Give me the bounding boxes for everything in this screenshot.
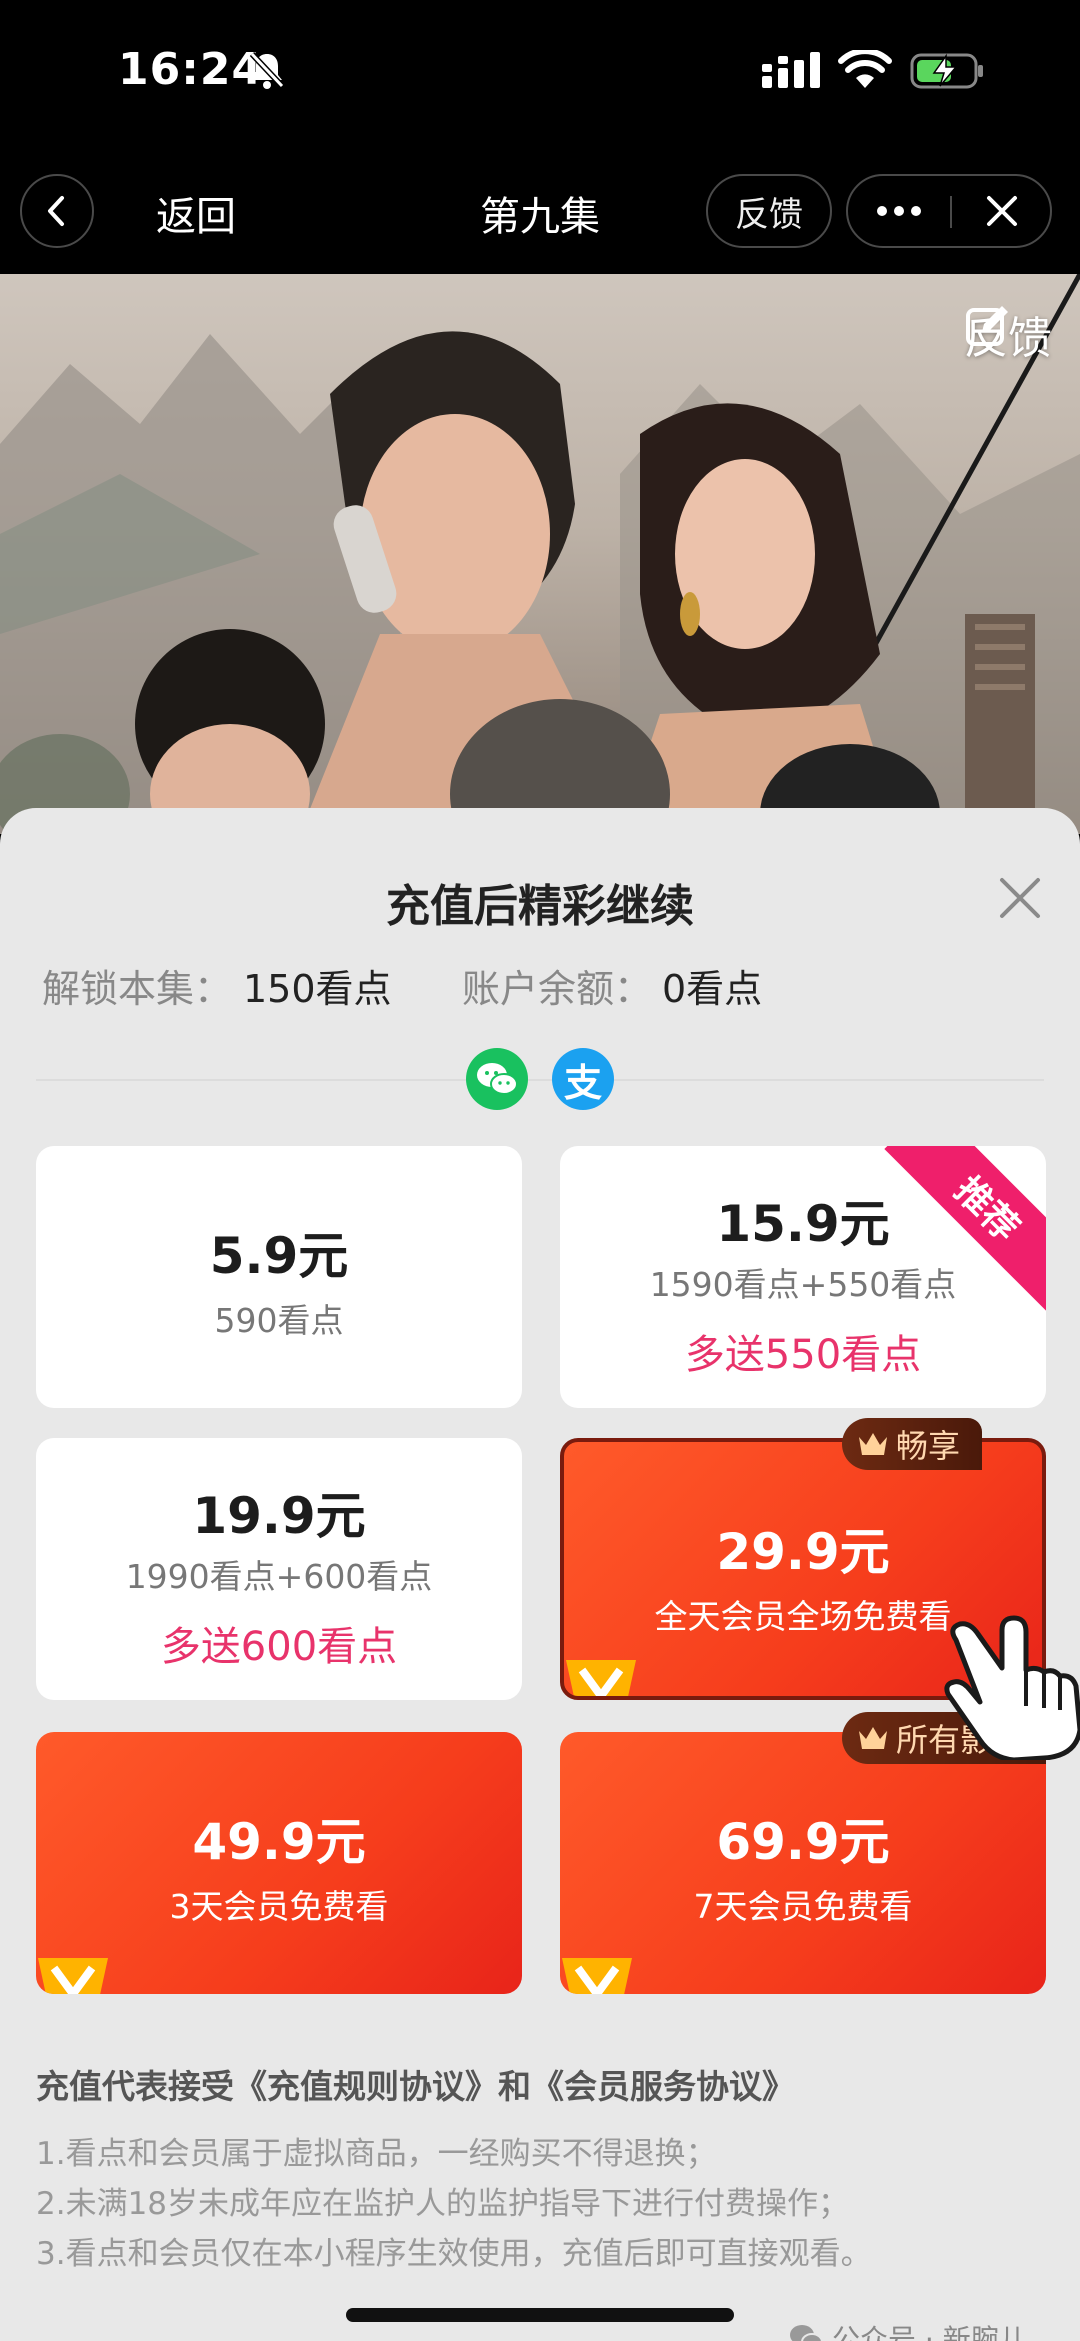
- edit-icon: [966, 306, 1008, 346]
- plan-card-15-9[interactable]: 15.9元 1590看点+550看点 多送550看点 推荐: [560, 1146, 1046, 1408]
- feedback-button[interactable]: 反馈: [706, 174, 832, 248]
- balance-value: 0看点: [662, 967, 763, 1011]
- plan-card-69-9[interactable]: 69.9元 7天会员免费看: [560, 1732, 1046, 1994]
- divider: [36, 1079, 1044, 1081]
- plan-price: 19.9元: [192, 1487, 366, 1545]
- status-time: 16:24: [118, 44, 264, 95]
- plan-price: 69.9元: [716, 1813, 890, 1871]
- home-indicator[interactable]: [346, 2308, 734, 2322]
- wechat-glyph: [477, 1063, 518, 1095]
- crown-icon: [859, 1727, 887, 1749]
- plan-desc: 1990看点+600看点: [125, 1557, 433, 1596]
- bell-off-icon: [249, 51, 285, 89]
- rule-line-1: 1.看点和会员属于虚拟商品，一经购买不得退换；: [36, 2136, 717, 2172]
- plan-card-19-9[interactable]: 19.9元 1990看点+600看点 多送600看点: [36, 1438, 522, 1700]
- sheet-title: 充值后精彩继续: [386, 881, 694, 932]
- more-button[interactable]: [848, 176, 950, 246]
- vip-badge-icon: [562, 1958, 632, 1994]
- agreement-text[interactable]: 充值代表接受《充值规则协议》和《会员服务协议》: [36, 2060, 795, 2108]
- plan-desc: 590看点: [214, 1301, 344, 1340]
- vip-badge-icon: [566, 1660, 636, 1696]
- signal-icon: [762, 52, 820, 88]
- vip-badge-icon: [38, 1958, 108, 1994]
- unlock-value: 150看点: [243, 967, 392, 1011]
- poster-feedback-button[interactable]: 反馈: [964, 302, 1052, 366]
- plan-price: 29.9元: [716, 1523, 890, 1581]
- poster-image: [0, 274, 1080, 834]
- crown-icon: [859, 1433, 887, 1455]
- plan-tag-label: 畅享: [896, 1427, 961, 1465]
- rule-line-3: 3.看点和会员仅在本小程序生效使用，充值后即可直接观看。: [36, 2236, 872, 2272]
- sheet-close-icon[interactable]: [996, 874, 1044, 922]
- plan-card-5-9[interactable]: 5.9元 590看点: [36, 1146, 522, 1408]
- plan-bonus: 多送550看点: [684, 1332, 922, 1378]
- close-mini-program-button[interactable]: [952, 176, 1052, 246]
- close-icon: [987, 196, 1017, 226]
- plan-price: 5.9元: [209, 1227, 349, 1285]
- mini-program-capsule: [846, 174, 1052, 248]
- watermark: 公众号 · 新腕儿: [788, 2318, 1027, 2341]
- plan-card-49-9[interactable]: 49.9元 3天会员免费看: [36, 1732, 522, 1994]
- wechat-official-icon: [790, 2325, 823, 2341]
- balance-label: 账户余额：: [462, 967, 653, 1011]
- plan-bonus: 多送600看点: [160, 1624, 398, 1670]
- plan-price: 49.9元: [192, 1813, 366, 1871]
- plan-tag-enjoy: 畅享: [842, 1418, 983, 1470]
- plan-desc: 7天会员免费看: [693, 1887, 913, 1926]
- alipay-icon[interactable]: 支: [552, 1048, 614, 1110]
- rule-line-2: 2.未满18岁未成年应在监护人的监护指导下进行付费操作；: [36, 2186, 850, 2222]
- unlock-label: 解锁本集：: [42, 967, 233, 1011]
- nav-bar: 返回 第九集 反馈: [0, 150, 1080, 274]
- wechat-pay-icon[interactable]: [466, 1048, 528, 1110]
- tap-hand-icon: [944, 1615, 1080, 1760]
- recharge-sheet: 充值后精彩继续 解锁本集： 150看点 账户余额： 0看点 支 5.9元 590…: [0, 808, 1080, 2341]
- plan-desc: 3天会员免费看: [169, 1887, 389, 1926]
- wifi-icon: [838, 50, 892, 88]
- battery-charging-icon: [910, 53, 983, 89]
- watermark-text: 公众号 · 新腕儿: [832, 2323, 1027, 2341]
- more-icon: [877, 206, 921, 216]
- video-poster[interactable]: 反馈: [0, 274, 1080, 834]
- status-bar: 16:24: [0, 0, 1080, 150]
- plan-desc: 1590看点+550看点: [649, 1265, 957, 1304]
